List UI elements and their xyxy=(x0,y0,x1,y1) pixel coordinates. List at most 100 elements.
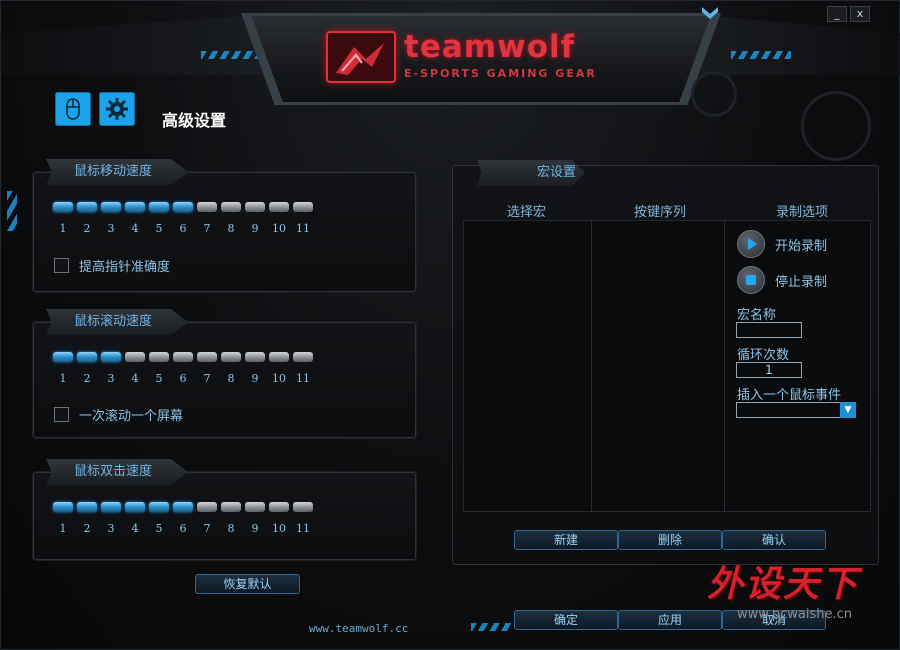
scroll-speed-slider[interactable] xyxy=(53,352,313,362)
double-click-scale-number: 11 xyxy=(296,522,310,535)
footer-stripes xyxy=(471,623,511,631)
scroll-speed-segment[interactable] xyxy=(221,352,241,362)
skin-icon[interactable] xyxy=(701,6,721,22)
scroll-speed-segment[interactable] xyxy=(293,352,313,362)
start-record-option[interactable]: 开始录制 xyxy=(737,230,827,258)
scroll-speed-segment[interactable] xyxy=(173,352,193,362)
scroll-screen-checkbox[interactable] xyxy=(54,407,69,422)
scroll-speed-scale: 1 2 3 4 5 6 7 8 9 10 11 xyxy=(53,372,313,385)
brand-wordmark: teamwolf xyxy=(404,29,576,65)
move-speed-segment[interactable] xyxy=(197,202,217,212)
move-speed-scale-number: 2 xyxy=(83,222,91,235)
brand-tagline: E-SPORTS GAMING GEAR xyxy=(404,67,597,80)
new-macro-button[interactable]: 新建 xyxy=(514,530,618,550)
macro-name-input[interactable] xyxy=(736,322,802,338)
double-click-scale: 1 2 3 4 5 6 7 8 9 10 11 xyxy=(53,522,313,535)
move-speed-segment[interactable] xyxy=(173,202,193,212)
scroll-screen-label: 一次滚动一个屏幕 xyxy=(79,409,184,424)
move-speed-panel: 鼠标移动速度 1 2 3 4 5 6 7 8 9 10 11 提高指针准确度 xyxy=(32,159,417,293)
pointer-precision-option[interactable]: 提高指针准确度 xyxy=(54,256,170,275)
move-speed-slider[interactable] xyxy=(53,202,313,212)
double-click-scale-number: 7 xyxy=(203,522,211,535)
advanced-settings-button[interactable] xyxy=(99,92,135,126)
scroll-speed-segment[interactable] xyxy=(197,352,217,362)
scroll-speed-segment[interactable] xyxy=(269,352,289,362)
double-click-segment[interactable] xyxy=(125,502,145,512)
move-speed-segment[interactable] xyxy=(293,202,313,212)
scroll-screen-option[interactable]: 一次滚动一个屏幕 xyxy=(54,405,183,424)
insert-mouse-event-label: 插入一个鼠标事件 xyxy=(737,388,842,403)
macro-col-select: 选择宏 xyxy=(507,205,547,220)
stop-record-option[interactable]: 停止录制 xyxy=(737,266,827,294)
loop-count-input[interactable]: 1 xyxy=(736,362,802,378)
scroll-speed-segment[interactable] xyxy=(101,352,121,362)
double-click-segment[interactable] xyxy=(53,502,73,512)
scroll-speed-scale-number: 10 xyxy=(272,372,286,385)
double-click-scale-number: 2 xyxy=(83,522,91,535)
delete-macro-button[interactable]: 删除 xyxy=(618,530,722,550)
chevron-down-icon[interactable]: ▼ xyxy=(840,402,856,418)
macro-col-options: 录制选项 xyxy=(776,205,829,220)
move-speed-scale-number: 8 xyxy=(227,222,235,235)
app-window: teamwolf E-SPORTS GAMING GEAR _ x 高级设置 鼠… xyxy=(0,0,900,650)
move-speed-segment[interactable] xyxy=(101,202,121,212)
confirm-macro-button[interactable]: 确认 xyxy=(722,530,826,550)
double-click-segment[interactable] xyxy=(293,502,313,512)
move-speed-segment[interactable] xyxy=(269,202,289,212)
minimize-button[interactable]: _ xyxy=(827,6,847,22)
move-speed-segment[interactable] xyxy=(221,202,241,212)
ok-button[interactable]: 确定 xyxy=(514,610,618,630)
scroll-speed-segment[interactable] xyxy=(53,352,73,362)
move-speed-scale-number: 11 xyxy=(296,222,310,235)
double-click-segment[interactable] xyxy=(149,502,169,512)
gear-decoration xyxy=(801,91,871,161)
wolf-logo-icon xyxy=(326,31,396,83)
scroll-speed-segment[interactable] xyxy=(149,352,169,362)
site-watermark: 外设天下 www.pcwaishe.cn xyxy=(707,555,889,625)
macro-col-sequence: 按键序列 xyxy=(634,205,687,220)
mouse-settings-button[interactable] xyxy=(55,92,91,126)
scroll-speed-scale-number: 11 xyxy=(296,372,310,385)
scroll-speed-scale-number: 8 xyxy=(227,372,235,385)
double-click-segment[interactable] xyxy=(173,502,193,512)
double-click-segment[interactable] xyxy=(245,502,265,512)
move-speed-segment[interactable] xyxy=(125,202,145,212)
move-speed-scale-number: 9 xyxy=(251,222,259,235)
scroll-speed-scale-number: 5 xyxy=(155,372,163,385)
macro-list[interactable] xyxy=(464,221,591,511)
double-click-segment[interactable] xyxy=(77,502,97,512)
move-speed-scale-number: 4 xyxy=(131,222,139,235)
key-sequence-list[interactable] xyxy=(592,221,724,511)
play-icon xyxy=(748,238,757,250)
double-click-slider[interactable] xyxy=(53,502,313,512)
double-click-scale-number: 4 xyxy=(131,522,139,535)
pointer-precision-checkbox[interactable] xyxy=(54,258,69,273)
gear-icon xyxy=(106,98,128,120)
move-speed-segment[interactable] xyxy=(149,202,169,212)
scroll-speed-segment[interactable] xyxy=(125,352,145,362)
move-speed-title: 鼠标移动速度 xyxy=(46,159,188,185)
double-click-scale-number: 3 xyxy=(107,522,115,535)
double-click-segment[interactable] xyxy=(197,502,217,512)
restore-default-button[interactable]: 恢复默认 xyxy=(195,574,300,594)
double-click-segment[interactable] xyxy=(101,502,121,512)
double-click-segment[interactable] xyxy=(269,502,289,512)
close-button[interactable]: x xyxy=(850,6,870,22)
stop-record-button[interactable] xyxy=(737,266,765,294)
scroll-speed-segment[interactable] xyxy=(245,352,265,362)
double-click-panel: 鼠标双击速度 1 2 3 4 5 6 7 8 9 10 11 xyxy=(32,459,417,561)
move-speed-segment[interactable] xyxy=(77,202,97,212)
double-click-segment[interactable] xyxy=(221,502,241,512)
move-speed-segment[interactable] xyxy=(53,202,73,212)
move-speed-segment[interactable] xyxy=(245,202,265,212)
double-click-scale-number: 9 xyxy=(251,522,259,535)
move-speed-scale-number: 5 xyxy=(155,222,163,235)
move-speed-scale-number: 6 xyxy=(179,222,187,235)
mouse-icon xyxy=(66,98,80,120)
insert-mouse-event-select[interactable]: ▼ xyxy=(736,402,856,418)
scroll-speed-segment[interactable] xyxy=(77,352,97,362)
footer-url[interactable]: www.teamwolf.cc xyxy=(309,622,408,635)
move-speed-scale-number: 7 xyxy=(203,222,211,235)
double-click-scale-number: 6 xyxy=(179,522,187,535)
start-record-button[interactable] xyxy=(737,230,765,258)
